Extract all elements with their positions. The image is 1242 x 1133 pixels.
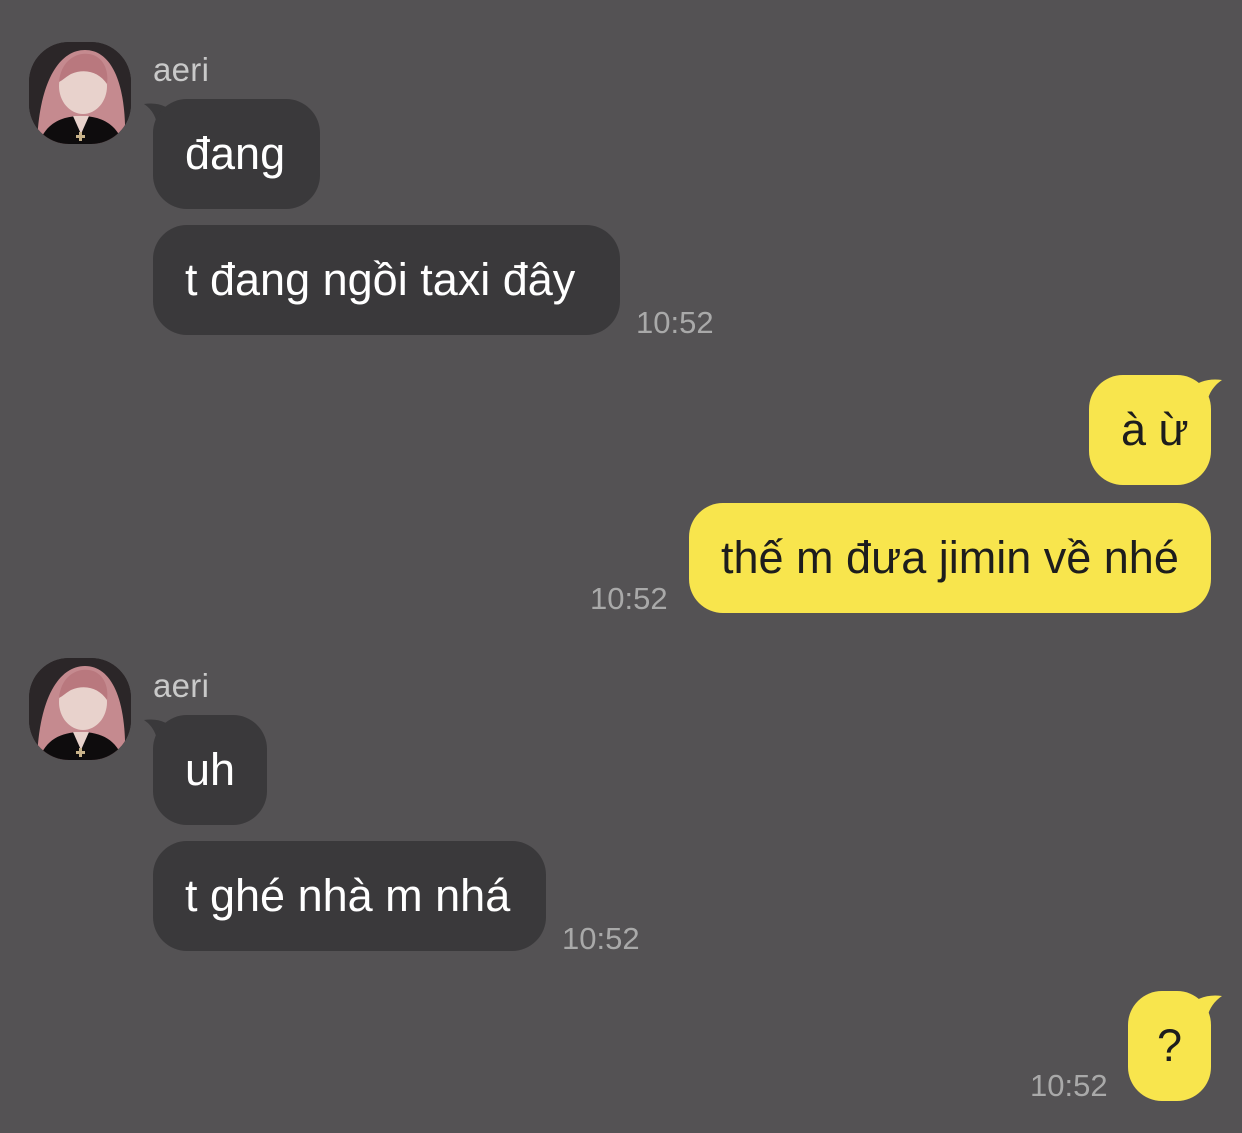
message-bubble[interactable]: t đang ngồi taxi đây bbox=[153, 225, 620, 335]
avatar[interactable] bbox=[29, 42, 131, 144]
sender-name: aeri bbox=[153, 667, 210, 704]
message-bubble[interactable]: thế m đưa jimin về nhé bbox=[689, 503, 1211, 613]
message-timestamp: 10:52 bbox=[636, 305, 714, 340]
message-bubble[interactable]: t ghé nhà m nhá bbox=[153, 841, 546, 951]
message-timestamp: 10:52 bbox=[1030, 1068, 1108, 1103]
message-bubble[interactable]: đang bbox=[153, 99, 320, 209]
message-timestamp: 10:52 bbox=[590, 581, 668, 616]
message-bubble[interactable]: ? bbox=[1128, 991, 1211, 1101]
message-bubble[interactable]: uh bbox=[153, 715, 267, 825]
message-timestamp: 10:52 bbox=[562, 921, 640, 956]
message-bubble[interactable]: à ừ bbox=[1089, 375, 1211, 485]
avatar[interactable] bbox=[29, 658, 131, 760]
profile-photo-icon bbox=[29, 658, 131, 760]
profile-photo-icon bbox=[29, 42, 131, 144]
sender-name: aeri bbox=[153, 51, 210, 88]
